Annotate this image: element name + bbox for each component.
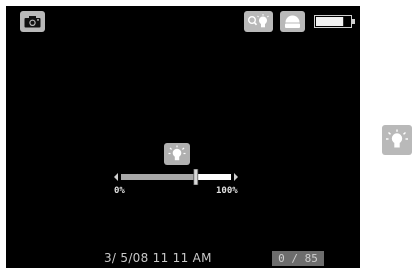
dome-light-icon bbox=[285, 15, 300, 28]
brightness-slider[interactable] bbox=[114, 168, 238, 186]
light-bulb-icon bbox=[386, 129, 408, 148]
camera-button[interactable] bbox=[20, 11, 45, 32]
light-bulb-icon bbox=[168, 145, 186, 161]
zoom-light-icon bbox=[248, 14, 269, 28]
brightness-light-button[interactable] bbox=[164, 143, 190, 165]
slider-thumb[interactable] bbox=[193, 168, 199, 186]
battery-icon bbox=[314, 15, 355, 28]
side-light-button[interactable] bbox=[382, 125, 412, 155]
datetime-stamp: 3/ 5/08 11 11 AM bbox=[104, 251, 212, 265]
slider-right-arrow[interactable] bbox=[234, 173, 238, 181]
camera-screen: 0% 100% 3/ 5/08 11 11 AM 0 / 85 bbox=[6, 6, 360, 268]
battery-fill bbox=[316, 17, 344, 26]
battery-indicator bbox=[314, 13, 355, 28]
slider-min-label: 0% bbox=[114, 186, 125, 196]
zoom-light-button[interactable] bbox=[244, 11, 273, 32]
slider-fill bbox=[121, 174, 196, 180]
slider-max-label: 100% bbox=[216, 186, 238, 196]
image-counter: 0 / 85 bbox=[272, 251, 324, 266]
camera-icon bbox=[24, 16, 41, 28]
dome-light-button[interactable] bbox=[280, 11, 305, 32]
slider-left-arrow[interactable] bbox=[114, 173, 118, 181]
